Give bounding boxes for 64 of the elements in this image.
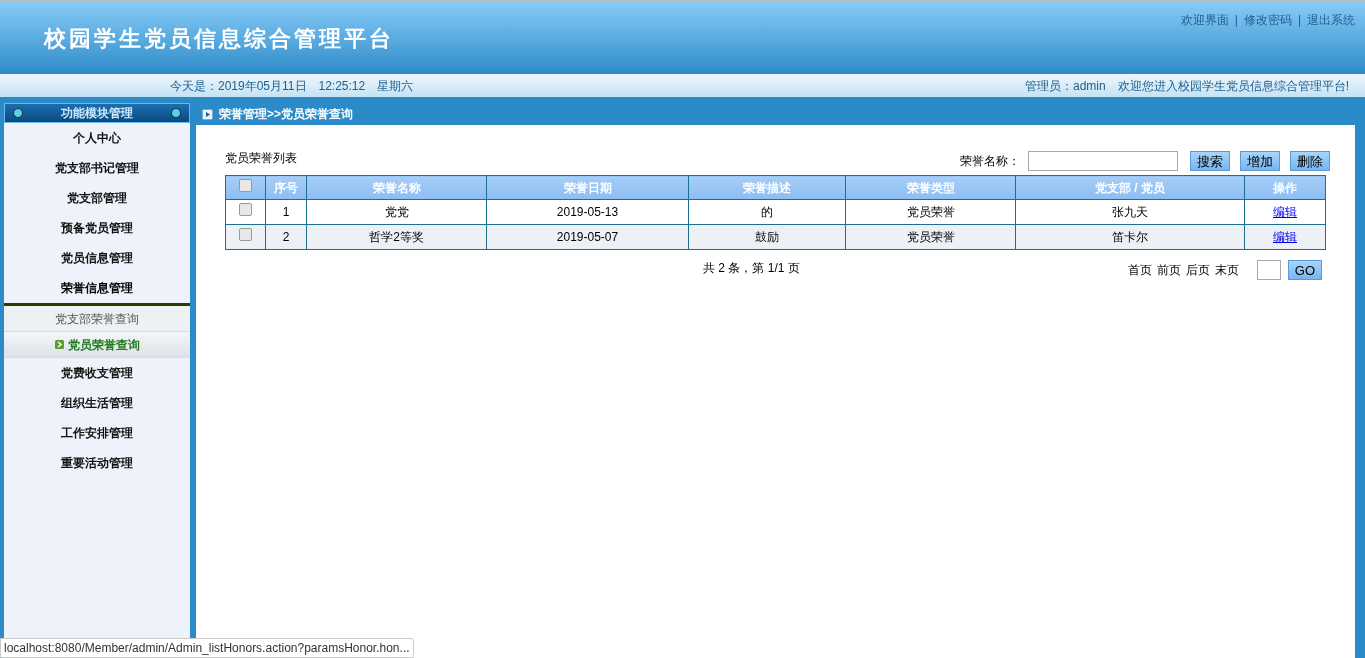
submenu-item[interactable]: 党支部荣誉查询: [4, 306, 190, 332]
edit-link[interactable]: 编辑: [1273, 230, 1297, 244]
table-header: 序号: [265, 175, 307, 200]
table-header: 荣誉日期: [486, 175, 689, 200]
menu-item[interactable]: 党费收支管理: [61, 364, 133, 382]
table-header: 荣誉描述: [688, 175, 846, 200]
table-header: 荣誉类型: [845, 175, 1016, 200]
time-text: 12:25:12: [318, 77, 366, 95]
menu-item[interactable]: 党支部书记管理: [55, 159, 139, 177]
page-link[interactable]: 首页: [1127, 261, 1152, 279]
page-link[interactable]: 后页: [1185, 261, 1210, 279]
table-cell: 哲学2等奖: [306, 224, 487, 250]
breadcrumb: 荣誉管理>>党员荣誉查询: [219, 106, 353, 123]
action-button[interactable]: 增加: [1240, 151, 1280, 171]
knob-icon: [13, 108, 23, 118]
page-summary: 共 2 条，第 1/1 页: [703, 260, 800, 277]
page-link[interactable]: 前页: [1156, 261, 1181, 279]
menu-item[interactable]: 组织生活管理: [61, 394, 133, 412]
table-header: 党支部 / 党员: [1015, 175, 1245, 200]
checkbox[interactable]: [239, 203, 252, 216]
table-header: 操作: [1244, 175, 1326, 200]
menu-item[interactable]: 工作安排管理: [61, 424, 133, 442]
table-cell: 鼓励: [688, 224, 846, 250]
search-field[interactable]: [1028, 151, 1178, 171]
table-cell: 1: [265, 199, 307, 225]
go-button[interactable]: GO: [1287, 260, 1322, 280]
edit-link[interactable]: 编辑: [1273, 205, 1297, 219]
menu-item[interactable]: 个人中心: [73, 129, 121, 147]
table-header: 荣誉名称: [306, 175, 487, 200]
table-cell: 党党: [306, 199, 487, 225]
checkbox[interactable]: [239, 228, 252, 241]
page-number-field[interactable]: [1256, 260, 1281, 280]
app-title: 校园学生党员信息综合管理平台: [44, 24, 394, 53]
knob-icon: [171, 108, 181, 118]
table-cell: 的: [688, 199, 846, 225]
table-cell: 2019-05-07: [486, 224, 689, 250]
table-cell: 张九天: [1015, 199, 1245, 225]
menu-item[interactable]: 党支部管理: [67, 189, 127, 207]
table-cell: 党员荣誉: [845, 224, 1016, 250]
table-cell: 2: [265, 224, 307, 250]
welcome-text: 欢迎您进入校园学生党员信息综合管理平台!: [1117, 77, 1349, 95]
separator: |: [1297, 12, 1301, 29]
menu-item[interactable]: 党员信息管理: [61, 249, 133, 267]
arrow-icon: [54, 340, 64, 349]
submenu-item[interactable]: 党员荣誉查询: [4, 332, 190, 358]
checkbox[interactable]: [239, 178, 252, 192]
menu-item[interactable]: 重要活动管理: [61, 454, 133, 472]
list-title: 党员荣誉列表: [225, 150, 297, 167]
menu-item[interactable]: 荣誉信息管理: [61, 279, 133, 297]
date-text: 今天是：2019年05月11日: [170, 77, 307, 95]
search-label: 荣誉名称：: [960, 153, 1020, 170]
table-cell: 笛卡尔: [1015, 224, 1245, 250]
separator: |: [1234, 12, 1238, 29]
action-button[interactable]: 删除: [1290, 151, 1330, 171]
sidebar-title: 功能模块管理: [61, 105, 133, 122]
weekday-text: 星期六: [377, 77, 414, 95]
page-link[interactable]: 末页: [1214, 261, 1239, 279]
table-cell: 2019-05-13: [486, 199, 689, 225]
menu-item[interactable]: 预备党员管理: [61, 219, 133, 237]
status-url: localhost:8080/Member/admin/Admin_listHonors.action?paramsHonor.hon...: [0, 638, 414, 658]
table-cell: 党员荣誉: [845, 199, 1016, 225]
play-icon: [202, 108, 213, 120]
user-text: 管理员：admin: [1024, 77, 1106, 95]
action-button[interactable]: 搜索: [1190, 151, 1230, 171]
